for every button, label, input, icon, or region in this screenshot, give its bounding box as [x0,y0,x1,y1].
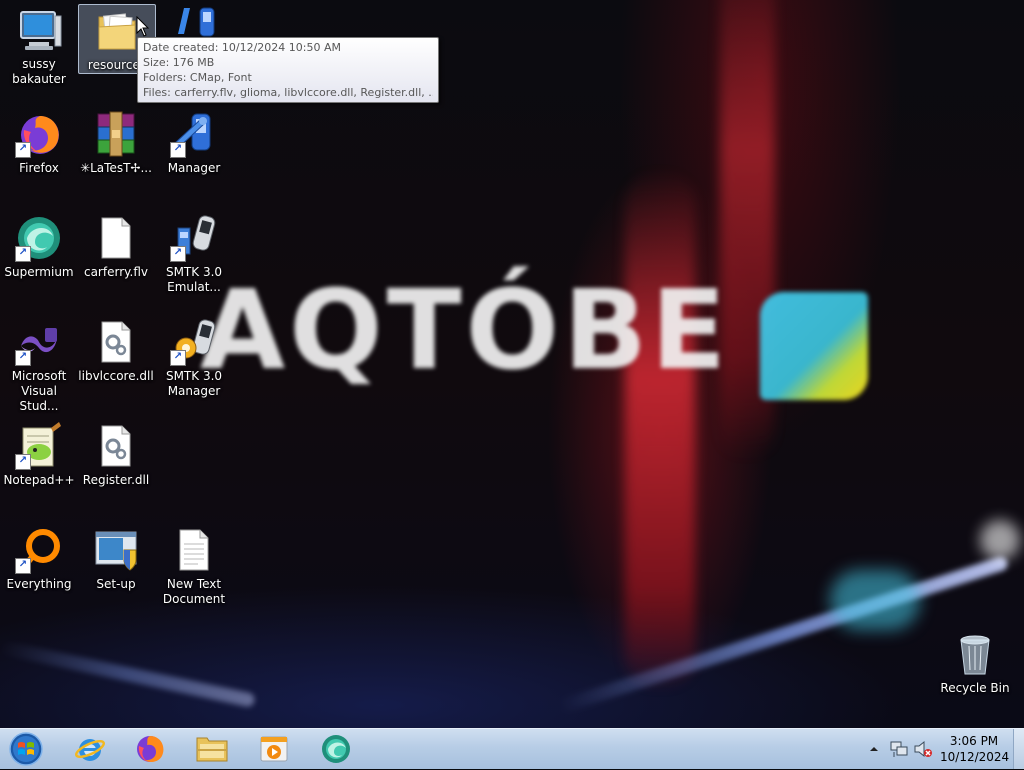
system-clock[interactable]: 3:06 PM 10/12/2024 [940,733,1010,765]
desktop-icon-label: Register.dll [82,473,150,487]
network-tray-button[interactable] [890,740,908,761]
show-hidden-icons-button[interactable] [869,743,879,757]
taskbar-media-player[interactable] [248,731,300,767]
phone-manager-icon: ↗ [170,110,218,158]
desktop-icon-visual-studio[interactable]: ↗ Microsoft Visual Stud... [1,318,77,414]
desktop-icon-firefox[interactable]: ↗ Firefox [1,110,77,176]
wallpaper-white-glow [980,520,1020,560]
desktop-icon-smtk-emulator[interactable]: ↗ SMTK 3.0 Emulat... [156,214,232,295]
file-explorer-icon [196,737,228,762]
desktop-icon-label: New Text Document [162,577,226,606]
taskbar-file-explorer[interactable] [186,731,238,767]
wallpaper-light-streak [0,640,256,708]
smtk-phone-icon: ↗ [170,214,218,262]
wallpaper-note-glow [830,570,920,630]
wallpaper-logo [760,292,868,400]
network-icon [890,741,908,757]
tooltip-files: Files: carferry.flv, glioma, libvlccore.… [143,86,433,99]
folder-icon [93,7,141,55]
desktop-icon-recycle-bin[interactable]: Recycle Bin [937,630,1013,696]
shortcut-arrow-icon: ↗ [170,350,186,366]
desktop-icon-label: Recycle Bin [940,681,1010,695]
visual-studio-icon: ↗ [15,318,63,366]
desktop-icon-manager[interactable]: ↗ Manager [156,110,232,176]
everything-search-icon: ↗ [15,526,63,574]
wallpaper-text: AQTÓBE [200,266,731,394]
desktop-icon-label: Firefox [19,161,59,175]
desktop-icon-label: Set-up [96,577,136,591]
taskbar-internet-explorer[interactable] [64,731,116,767]
tooltip-size: Size: 176 MB [143,56,215,69]
desktop-icon-label: Manager [167,161,221,175]
desktop-icon-label: SMTK 3.0 Manager [165,369,223,398]
wallpaper-red-band [625,170,695,690]
shortcut-arrow-icon: ↗ [15,454,31,470]
folder-info-tooltip: Date created: 10/12/2024 10:50 AM Size: … [137,37,439,103]
desktop-icon-register-dll[interactable]: Register.dll [78,422,154,488]
mouse-pointer-icon [136,16,150,37]
desktop-icon-label: ✳LaTesT✢... [80,161,152,175]
supermium-icon: ↗ [15,214,63,262]
desktop-icon-everything[interactable]: ↗ Everything [1,526,77,592]
shortcut-arrow-icon: ↗ [15,142,31,158]
media-player-icon [260,736,288,762]
desktop-icon-label: Microsoft Visual Stud... [11,369,67,413]
volume-muted-icon [914,740,932,758]
taskbar-firefox[interactable] [124,731,176,767]
smtk-manager-icon: ↗ [170,318,218,366]
desktop-icon-label: sussy bakauter [12,57,66,86]
clock-date: 10/12/2024 [940,750,1010,764]
internet-explorer-icon [74,739,106,761]
computer-icon [15,6,63,54]
clock-time: 3:06 PM [949,734,999,748]
blank-file-icon [92,214,140,262]
desktop-icon-smtk-manager[interactable]: ↗ SMTK 3.0 Manager [156,318,232,399]
shortcut-arrow-icon: ↗ [170,142,186,158]
tooltip-folders: Folders: CMap, Font [143,71,252,84]
shortcut-arrow-icon: ↗ [15,246,31,262]
desktop-icon-label: SMTK 3.0 Emulat... [165,265,223,294]
desktop-icon-label: Supermium [4,265,74,279]
recycle-bin-icon [951,630,999,678]
desktop-icon-label: Everything [6,577,72,591]
desktop-icon-carferry-flv[interactable]: carferry.flv [78,214,154,280]
text-file-icon [170,526,218,574]
firefox-icon: ↗ [15,110,63,158]
desktop-icon-libvlccore-dll[interactable]: libvlccore.dll [78,318,154,384]
desktop-icon-new-text-document[interactable]: New Text Document [156,526,232,607]
firefox-icon [137,736,164,762]
desktop-icon-label: carferry.flv [83,265,148,279]
shortcut-arrow-icon: ↗ [15,350,31,366]
tooltip-date-created: Date created: 10/12/2024 10:50 AM [143,41,341,54]
start-button[interactable] [6,731,46,767]
volume-tray-button[interactable] [914,740,932,761]
dll-file-icon [92,422,140,470]
winrar-archive-icon [92,110,140,158]
desktop-icon-label: libvlccore.dll [78,369,154,383]
desktop-icon-notepad-plus-plus[interactable]: ↗ Notepad++ [1,422,77,488]
taskbar-supermium[interactable] [310,731,362,767]
show-desktop-button[interactable] [1013,729,1024,769]
desktop-icon-latest-archive[interactable]: ✳LaTesT✢... [78,110,154,176]
dll-file-icon [92,318,140,366]
taskbar: 3:06 PM 10/12/2024 [0,728,1024,769]
desktop-icon-label: Notepad++ [3,473,75,487]
setup-installer-icon [92,526,140,574]
supermium-icon [322,735,350,763]
windows-orb-icon [9,732,43,766]
desktop-icon-set-up[interactable]: Set-up [78,526,154,592]
shortcut-arrow-icon: ↗ [170,246,186,262]
desktop-icon-supermium[interactable]: ↗ Supermium [1,214,77,280]
notepad-plus-plus-icon: ↗ [15,422,63,470]
desktop-icon-computer[interactable]: sussy bakauter [1,6,77,87]
chevron-up-icon [870,747,878,751]
shortcut-arrow-icon: ↗ [15,558,31,574]
